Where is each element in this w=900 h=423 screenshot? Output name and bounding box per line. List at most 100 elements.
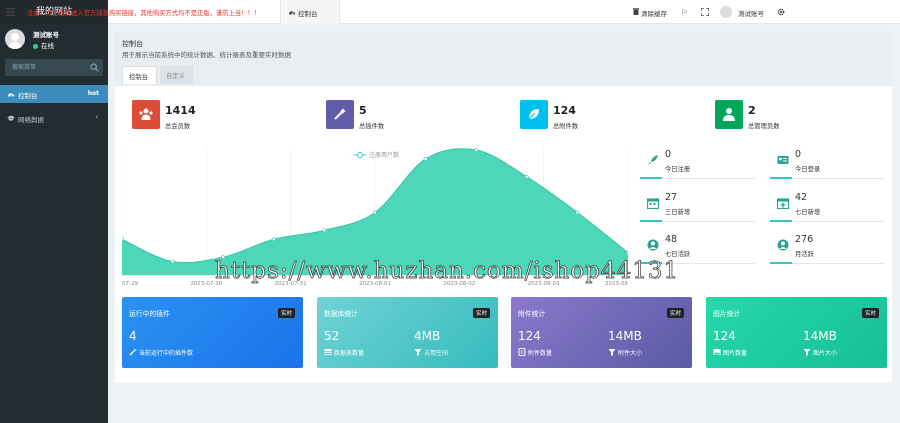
sidebar-search xyxy=(5,59,103,76)
topbar-avatar[interactable] xyxy=(720,6,732,18)
leaf-icon xyxy=(528,109,539,120)
card-value: 4MB xyxy=(414,329,441,343)
user-status-label: 在线 xyxy=(41,42,54,50)
search-icon[interactable] xyxy=(90,63,99,72)
right-stat-accent xyxy=(640,177,662,179)
card-value: 14MB xyxy=(803,329,837,343)
members-label: 总会员数 xyxy=(165,123,191,130)
menu-toggle-icon[interactable] xyxy=(6,8,15,16)
right-stat-label: 月活跃 xyxy=(795,251,814,258)
card-title: 图片统计 xyxy=(713,310,741,318)
stat-card: 数据库统计 实时 52 数据表数量 4MB 占用空间 xyxy=(317,297,498,368)
plugins-stat-box xyxy=(326,100,354,129)
sidebar-item-label: 网络舆据 xyxy=(18,116,44,124)
avatar xyxy=(5,29,25,49)
members-stat-box xyxy=(132,100,160,129)
card-label: 数据表数量 xyxy=(334,350,365,357)
x-tick-label: 07-29 xyxy=(122,281,138,287)
topbar-user-name[interactable]: 测试账号 xyxy=(738,8,764,18)
card-label: 附件数量 xyxy=(528,350,553,357)
data-point xyxy=(322,228,327,233)
table-icon xyxy=(324,349,332,355)
right-stat-label: 七日新增 xyxy=(795,209,821,216)
right-stat-value: 42 xyxy=(795,192,808,203)
chevron-left-icon: ‹ xyxy=(95,113,98,121)
data-point xyxy=(271,237,276,242)
user-name: 测试账号 xyxy=(33,31,59,39)
card-label: 图片大小 xyxy=(813,350,838,357)
right-stat-value: 276 xyxy=(795,234,814,245)
right-stat-label: 今日注册 xyxy=(665,166,691,173)
admins-count: 2 xyxy=(748,104,756,117)
right-stat-value: 48 xyxy=(665,234,678,245)
card-value: 14MB xyxy=(608,329,642,343)
tab-dashboard[interactable]: 控制台 xyxy=(280,0,340,24)
realtime-badge: 实时 xyxy=(473,308,491,318)
graduation-cap-icon xyxy=(7,115,15,121)
right-stat-accent xyxy=(770,220,792,222)
right-stat-accent xyxy=(770,177,792,179)
language-icon[interactable]: ⚐ xyxy=(681,8,688,16)
filter-icon xyxy=(803,349,811,356)
search-input[interactable] xyxy=(5,59,85,76)
data-point xyxy=(170,259,175,264)
card-label: 当前运行中的插件数 xyxy=(139,350,194,357)
data-point xyxy=(575,210,580,215)
id-card-icon xyxy=(777,156,789,164)
attachments-label: 总附件数 xyxy=(553,123,579,130)
clear-cache-button[interactable]: 清除缓存 xyxy=(641,8,667,18)
data-point xyxy=(373,210,377,215)
realtime-badge: 实时 xyxy=(667,308,685,318)
tab-custom[interactable]: 自定义 xyxy=(160,66,193,84)
admins-stat-box xyxy=(715,100,743,129)
stat-card: 图片统计 实时 124 图片数量 14MB 图片大小 xyxy=(706,297,887,368)
tab-label: 控制台 xyxy=(129,74,148,81)
hot-badge: hot xyxy=(87,90,99,97)
card-value: 4 xyxy=(129,329,137,343)
rocket-icon xyxy=(648,155,658,165)
sidebar-item-dashboard[interactable]: 控制台 hot xyxy=(0,85,108,103)
card-label: 图片数量 xyxy=(723,350,748,357)
right-stat-accent xyxy=(770,262,792,264)
right-stat-label: 今日登录 xyxy=(795,166,821,173)
user-status: 在线 xyxy=(33,40,54,50)
legend-label: 注册用户数 xyxy=(369,151,399,159)
card-value: 124 xyxy=(713,329,736,343)
attachments-stat-box xyxy=(520,100,548,129)
card-label: 附件大小 xyxy=(618,350,643,357)
user-circle-icon xyxy=(777,239,789,251)
file-icon xyxy=(518,348,526,356)
magic-wand-icon xyxy=(129,348,137,356)
watermark-text: https://www.huzhan.com/ishop44131 xyxy=(215,258,680,285)
page-title: 控制台 xyxy=(122,40,143,48)
tab-label: 控制台 xyxy=(298,10,318,18)
image-icon xyxy=(713,349,721,355)
sidebar-item-network[interactable]: 网络舆据 ‹ xyxy=(0,110,108,126)
right-stat-accent xyxy=(640,220,662,222)
users-icon xyxy=(139,108,153,120)
filter-icon xyxy=(608,349,616,356)
gear-icon[interactable] xyxy=(777,8,785,16)
calendar-plus-icon xyxy=(777,198,789,209)
online-dot-icon xyxy=(33,43,38,49)
right-stat-label: 七日活跃 xyxy=(665,251,691,258)
filter-icon xyxy=(414,349,422,356)
data-point xyxy=(474,148,479,152)
svg-text:⚐: ⚐ xyxy=(681,9,687,16)
notice-link[interactable]: 注意：点击此处进入官方捕获购买链接，其他购买方式均不是正版，谨防上当！！！ xyxy=(27,8,260,17)
right-stat-value: 0 xyxy=(795,149,802,160)
card-label: 占用空间 xyxy=(424,350,449,357)
user-icon xyxy=(723,108,735,121)
fullscreen-icon[interactable] xyxy=(701,8,709,16)
stat-card: 运行中的插件 实时 4 当前运行中的插件数 xyxy=(122,297,303,368)
members-count: 1414 xyxy=(165,104,196,117)
plugins-label: 总插件数 xyxy=(359,123,385,130)
right-stat-value: 0 xyxy=(665,149,672,160)
right-stat-label: 三日新增 xyxy=(665,209,691,216)
realtime-badge: 实时 xyxy=(862,308,880,318)
data-point xyxy=(524,174,529,179)
tab-console[interactable]: 控制台 xyxy=(122,66,157,84)
stat-card: 附件统计 实时 124 附件数量 14MB 附件大小 xyxy=(511,297,692,368)
card-title: 附件统计 xyxy=(518,310,546,318)
right-stat-value: 27 xyxy=(665,192,678,203)
